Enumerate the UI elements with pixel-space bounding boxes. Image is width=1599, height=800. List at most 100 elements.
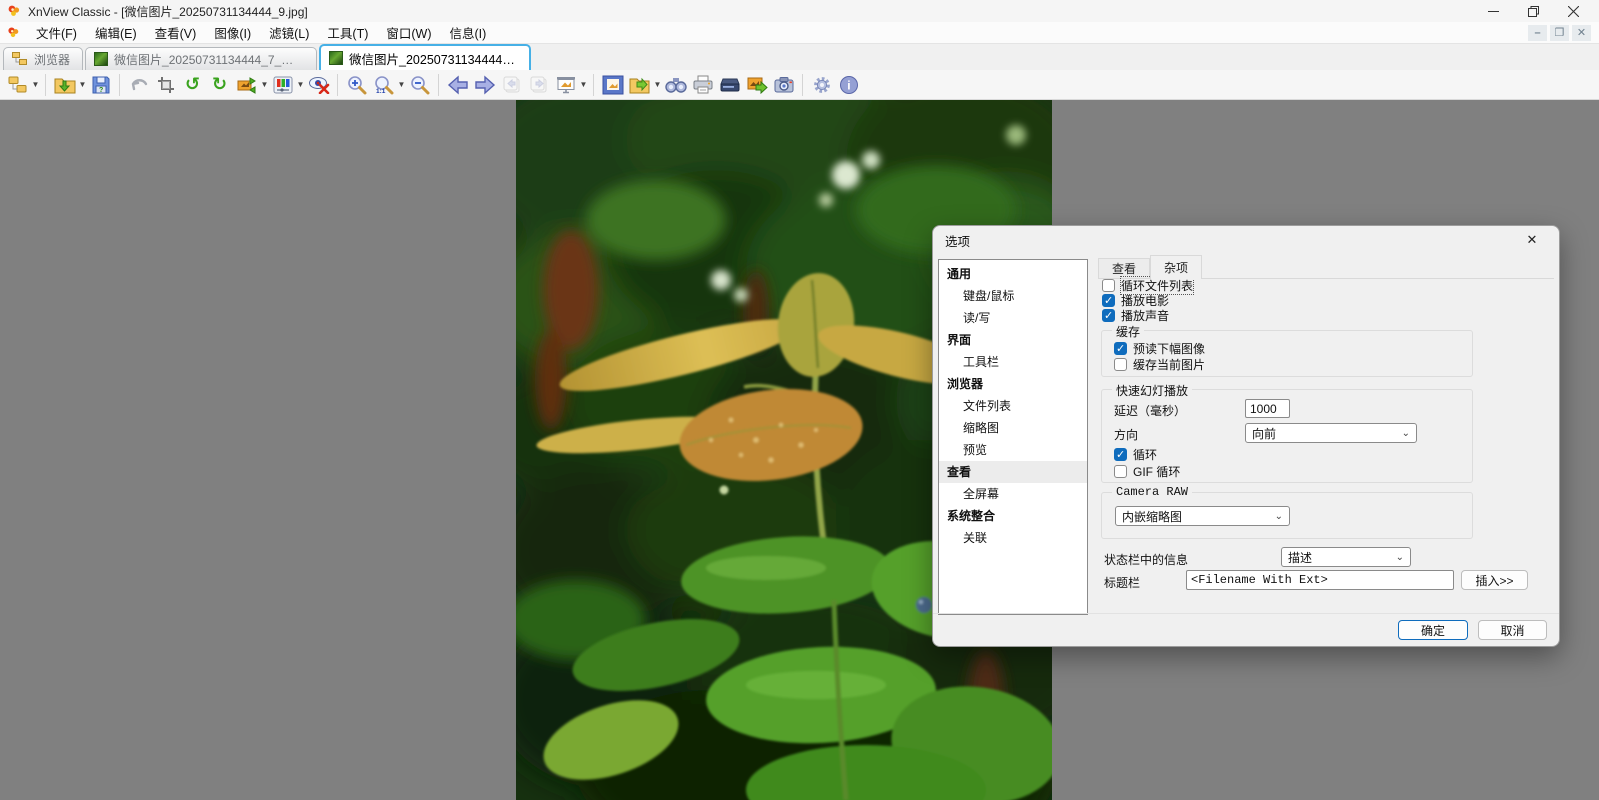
batch-convert-button[interactable] bbox=[743, 72, 770, 98]
chevron-down-icon[interactable]: ▼ bbox=[579, 72, 588, 98]
back-button[interactable] bbox=[444, 72, 471, 98]
menu-info[interactable]: 信息(I) bbox=[441, 21, 496, 44]
category-file-list[interactable]: 文件列表 bbox=[939, 395, 1087, 417]
tab-misc[interactable]: 杂项 bbox=[1150, 255, 1202, 279]
menu-file[interactable]: 文件(F) bbox=[27, 21, 86, 44]
slideshow-button[interactable] bbox=[552, 72, 579, 98]
zoom-actual-size-button[interactable]: 1:1 bbox=[370, 72, 397, 98]
rotate-left-button[interactable]: ↺ bbox=[179, 72, 206, 98]
category-system-integration[interactable]: 系统整合 bbox=[939, 505, 1087, 527]
close-button[interactable] bbox=[1553, 0, 1593, 22]
tab-image-2-active[interactable]: 微信图片_20250731134444_9.jpg bbox=[319, 44, 531, 70]
delay-input[interactable] bbox=[1245, 399, 1290, 418]
undo-button[interactable] bbox=[125, 72, 152, 98]
insert-button[interactable]: 插入>> bbox=[1461, 570, 1528, 590]
camera-raw-groupbox: Camera RAW 内嵌缩略图 ⌄ bbox=[1101, 492, 1473, 539]
window-titlebar: XnView Classic - [微信图片_20250731134444_9.… bbox=[0, 0, 1599, 22]
adjust-colors-button[interactable] bbox=[269, 72, 296, 98]
forward-button[interactable] bbox=[471, 72, 498, 98]
zoom-out-button[interactable] bbox=[406, 72, 433, 98]
scan-button[interactable] bbox=[716, 72, 743, 98]
category-associations[interactable]: 关联 bbox=[939, 527, 1087, 549]
xnview-window: XnView Classic - [微信图片_20250731134444_9.… bbox=[0, 0, 1599, 800]
checkbox-gif-loop[interactable]: GIF 循环 bbox=[1114, 464, 1180, 479]
tab-browser[interactable]: 浏览器 bbox=[3, 47, 83, 70]
menu-filter[interactable]: 滤镜(L) bbox=[260, 21, 318, 44]
screen-capture-button[interactable] bbox=[770, 72, 797, 98]
checkbox-cache-current-image[interactable]: 缓存当前图片 bbox=[1114, 357, 1205, 372]
chevron-down-icon[interactable]: ▼ bbox=[653, 72, 662, 98]
checkbox-loop-file-list[interactable]: 循环文件列表 bbox=[1102, 278, 1193, 293]
svg-text:i: i bbox=[847, 78, 850, 92]
search-button[interactable] bbox=[662, 72, 689, 98]
red-eye-removal-button[interactable] bbox=[305, 72, 332, 98]
mdi-restore-button[interactable]: ❐ bbox=[1550, 25, 1569, 41]
save-button[interactable]: ? bbox=[87, 72, 114, 98]
print-button[interactable] bbox=[689, 72, 716, 98]
checkbox-box bbox=[1102, 309, 1115, 322]
next-page-button[interactable] bbox=[525, 72, 552, 98]
checkbox-play-movie[interactable]: 播放电影 bbox=[1102, 293, 1169, 308]
info-button[interactable]: i bbox=[835, 72, 862, 98]
fullscreen-button[interactable] bbox=[599, 72, 626, 98]
direction-dropdown[interactable]: 向前 ⌄ bbox=[1245, 423, 1417, 443]
zoom-in-button[interactable] bbox=[343, 72, 370, 98]
document-icon bbox=[6, 25, 21, 40]
category-browser[interactable]: 浏览器 bbox=[939, 373, 1087, 395]
dialog-close-icon[interactable]: ✕ bbox=[1517, 229, 1547, 251]
titlebar-format-input[interactable] bbox=[1186, 570, 1454, 590]
tab-image-1[interactable]: 微信图片_20250731134444_7_结果.j... bbox=[85, 47, 317, 70]
mdi-minimize-button[interactable]: – bbox=[1528, 25, 1547, 41]
dialog-title: 选项 bbox=[945, 231, 970, 250]
menu-window[interactable]: 窗口(W) bbox=[377, 21, 440, 44]
tab-label: 浏览器 bbox=[34, 51, 70, 68]
checkbox-preload-next-image[interactable]: 预读下幅图像 bbox=[1114, 341, 1205, 356]
chevron-down-icon[interactable]: ▼ bbox=[260, 72, 269, 98]
dialog-tabstrip: 查看 杂项 bbox=[1098, 255, 1202, 279]
statusbar-info-dropdown[interactable]: 描述 ⌄ bbox=[1281, 547, 1411, 567]
camera-raw-dropdown[interactable]: 内嵌缩略图 ⌄ bbox=[1115, 506, 1290, 526]
statusbar-info-label: 状态栏中的信息 bbox=[1104, 551, 1188, 568]
tab-view[interactable]: 查看 bbox=[1098, 258, 1150, 279]
category-general[interactable]: 通用 bbox=[939, 263, 1087, 285]
open-folder-button[interactable] bbox=[51, 72, 78, 98]
rotate-cw-icon: ↻ bbox=[212, 74, 227, 95]
category-view-selected[interactable]: 查看 bbox=[939, 461, 1087, 483]
previous-page-button[interactable] bbox=[498, 72, 525, 98]
cache-groupbox: 缓存 预读下幅图像 缓存当前图片 bbox=[1101, 330, 1473, 377]
category-interface[interactable]: 界面 bbox=[939, 329, 1087, 351]
browse-button[interactable] bbox=[626, 72, 653, 98]
checkbox-loop[interactable]: 循环 bbox=[1114, 447, 1157, 462]
crop-button[interactable] bbox=[152, 72, 179, 98]
chevron-down-icon[interactable]: ▼ bbox=[397, 72, 406, 98]
chevron-down-icon[interactable]: ▼ bbox=[31, 72, 40, 98]
svg-text:1:1: 1:1 bbox=[376, 88, 386, 95]
checkbox-play-sound[interactable]: 播放声音 bbox=[1102, 308, 1169, 323]
category-thumbnails[interactable]: 缩略图 bbox=[939, 417, 1087, 439]
chevron-down-icon[interactable]: ▼ bbox=[78, 72, 87, 98]
maximize-button[interactable] bbox=[1513, 0, 1553, 22]
convert-button[interactable] bbox=[233, 72, 260, 98]
category-preview[interactable]: 预览 bbox=[939, 439, 1087, 461]
cancel-button[interactable]: 取消 bbox=[1478, 620, 1547, 640]
category-fullscreen[interactable]: 全屏幕 bbox=[939, 483, 1087, 505]
ok-button[interactable]: 确定 bbox=[1398, 620, 1468, 640]
rotate-right-button[interactable]: ↻ bbox=[206, 72, 233, 98]
category-keyboard-mouse[interactable]: 键盘/鼠标 bbox=[939, 285, 1087, 307]
menu-edit[interactable]: 编辑(E) bbox=[86, 21, 146, 44]
dialog-footer-separator bbox=[933, 613, 1559, 614]
browser-tree-button[interactable] bbox=[4, 72, 31, 98]
mdi-close-button[interactable]: ✕ bbox=[1572, 25, 1591, 41]
category-read-write[interactable]: 读/写 bbox=[939, 307, 1087, 329]
image-thumbnail-icon bbox=[94, 52, 108, 66]
chevron-down-icon: ⌄ bbox=[1396, 552, 1404, 563]
menu-view[interactable]: 查看(V) bbox=[146, 21, 206, 44]
direction-label: 方向 bbox=[1114, 426, 1138, 443]
settings-button[interactable] bbox=[808, 72, 835, 98]
chevron-down-icon[interactable]: ▼ bbox=[296, 72, 305, 98]
minimize-button[interactable] bbox=[1473, 0, 1513, 22]
menu-image[interactable]: 图像(I) bbox=[205, 21, 260, 44]
menu-tools[interactable]: 工具(T) bbox=[318, 21, 377, 44]
category-toolbar[interactable]: 工具栏 bbox=[939, 351, 1087, 373]
checkbox-box bbox=[1114, 465, 1127, 478]
